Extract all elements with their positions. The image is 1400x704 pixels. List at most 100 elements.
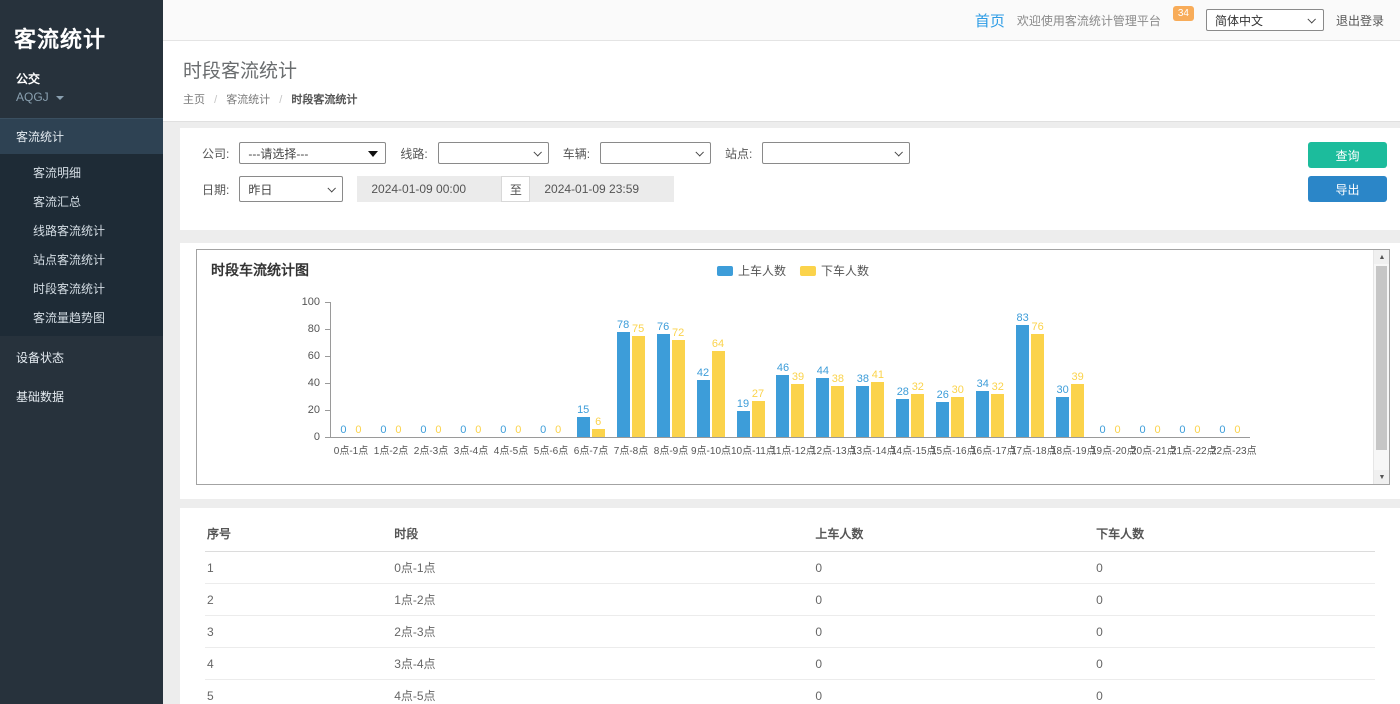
x-tick-label: 21点-22点	[1171, 442, 1211, 457]
bar-value-label: 0	[1154, 424, 1160, 436]
chart-yaxis: 020406080100	[197, 302, 330, 438]
bar[interactable]	[856, 386, 869, 437]
bar-value-label: 41	[872, 369, 884, 381]
bar-value-label: 0	[500, 424, 506, 436]
sidebar-item-device-status[interactable]: 设备状态	[0, 340, 163, 375]
bar-value-label: 46	[777, 362, 789, 374]
bar[interactable]	[737, 411, 750, 437]
station-select[interactable]	[762, 142, 910, 164]
table-row[interactable]: 32点-3点00	[205, 616, 1375, 648]
table-row[interactable]: 21点-2点00	[205, 584, 1375, 616]
table-row[interactable]: 54点-5点00	[205, 680, 1375, 704]
date-to-input[interactable]: 2024-01-09 23:59	[530, 176, 674, 202]
bar[interactable]	[776, 375, 789, 437]
scrollbar-thumb[interactable]	[1376, 266, 1387, 450]
bar[interactable]	[871, 382, 884, 437]
bar-value-label: 0	[395, 424, 401, 436]
company-label: 公司:	[202, 145, 229, 162]
bar[interactable]	[991, 394, 1004, 437]
sidebar-subitem[interactable]: 时段客流统计	[0, 274, 163, 303]
date-preset-select[interactable]: 昨日	[239, 176, 343, 202]
bar[interactable]	[697, 380, 710, 437]
bar[interactable]	[936, 402, 949, 437]
bar[interactable]	[951, 397, 964, 438]
bar-value-label: 44	[817, 365, 829, 377]
bar[interactable]	[976, 391, 989, 437]
table-cell: 2点-3点	[392, 616, 813, 648]
scroll-up-icon[interactable]: ▲	[1374, 250, 1390, 264]
sidebar-item-base-data[interactable]: 基础数据	[0, 379, 163, 414]
chevron-down-icon	[1307, 15, 1315, 23]
bar-value-label: 26	[937, 389, 949, 401]
account-label: AQGJ	[16, 90, 49, 104]
sidebar-subitem[interactable]: 线路客流统计	[0, 216, 163, 245]
chevron-down-icon	[56, 96, 64, 100]
bar[interactable]	[1056, 397, 1069, 438]
date-preset-value: 昨日	[248, 181, 272, 198]
bar-column: 0	[1176, 302, 1189, 437]
sidebar-subitem[interactable]: 客流量趋势图	[0, 303, 163, 332]
chart-box: 时段车流统计图 上车人数下车人数 020406080100 0000000000…	[196, 249, 1390, 485]
bar-group: 00	[491, 302, 531, 437]
chevron-down-icon	[895, 148, 903, 156]
x-tick-label: 16点-17点	[971, 442, 1011, 457]
legend-item[interactable]: 下车人数	[800, 262, 869, 279]
bar-group: 00	[371, 302, 411, 437]
sidebar-subitem[interactable]: 站点客流统计	[0, 245, 163, 274]
bar-value-label: 30	[952, 384, 964, 396]
table-cell: 0	[813, 616, 1094, 648]
language-value: 简体中文	[1215, 12, 1263, 29]
bar[interactable]	[1031, 334, 1044, 437]
bar-column: 27	[752, 302, 765, 437]
sidebar-item-passenger-stats[interactable]: 客流统计	[0, 118, 163, 154]
bar-column: 26	[936, 302, 949, 437]
bar-column: 0	[1096, 302, 1109, 437]
bar[interactable]	[632, 336, 645, 437]
table-row[interactable]: 43点-4点00	[205, 648, 1375, 680]
account-dropdown[interactable]: AQGJ	[0, 87, 163, 118]
breadcrumb-section[interactable]: 客流统计	[226, 94, 270, 106]
legend-item[interactable]: 上车人数	[717, 262, 786, 279]
bar[interactable]	[911, 394, 924, 437]
bar-column: 15	[577, 302, 590, 437]
bar[interactable]	[752, 401, 765, 437]
bar-value-label: 39	[1072, 371, 1084, 383]
sidebar: 客流统计 公交 AQGJ 客流统计 客流明细客流汇总线路客流统计站点客流统计时段…	[0, 0, 163, 704]
vehicle-select[interactable]	[600, 142, 711, 164]
bar[interactable]	[592, 429, 605, 437]
bar-group: 1927	[731, 302, 771, 437]
home-link[interactable]: 首页	[975, 10, 1005, 31]
query-button[interactable]: 查询	[1308, 142, 1387, 168]
logout-link[interactable]: 退出登录	[1336, 12, 1384, 29]
table-row[interactable]: 10点-1点00	[205, 552, 1375, 584]
bar[interactable]	[1071, 384, 1084, 437]
breadcrumb-home[interactable]: 主页	[183, 94, 205, 106]
bar[interactable]	[577, 417, 590, 437]
bar[interactable]	[896, 399, 909, 437]
bar[interactable]	[1016, 325, 1029, 437]
scroll-down-icon[interactable]: ▼	[1374, 470, 1390, 484]
export-button[interactable]: 导出	[1308, 176, 1387, 202]
bar[interactable]	[617, 332, 630, 437]
bar[interactable]	[657, 334, 670, 437]
filter-panel: 公司: ---请选择--- 线路: 车辆: 站点: 日期	[180, 128, 1400, 230]
company-select[interactable]: ---请选择---	[239, 142, 386, 164]
sidebar-subitem[interactable]: 客流明细	[0, 158, 163, 187]
bar-value-label: 76	[1032, 321, 1044, 333]
line-select[interactable]	[438, 142, 549, 164]
sidebar-subitem[interactable]: 客流汇总	[0, 187, 163, 216]
bar[interactable]	[831, 386, 844, 437]
language-select[interactable]: 简体中文	[1206, 9, 1324, 31]
y-tick-label: 60	[308, 350, 320, 362]
bar[interactable]	[791, 384, 804, 437]
notification-badge[interactable]: 34	[1173, 6, 1194, 21]
bar-value-label: 28	[897, 386, 909, 398]
table-cell: 4	[205, 648, 392, 680]
bar-group: 7672	[651, 302, 691, 437]
date-from-input[interactable]: 2024-01-09 00:00	[357, 176, 501, 202]
bar[interactable]	[816, 378, 829, 437]
bar[interactable]	[672, 340, 685, 437]
bar[interactable]	[712, 351, 725, 437]
chart-scrollbar[interactable]: ▲ ▼	[1373, 250, 1389, 484]
bar-column: 28	[896, 302, 909, 437]
